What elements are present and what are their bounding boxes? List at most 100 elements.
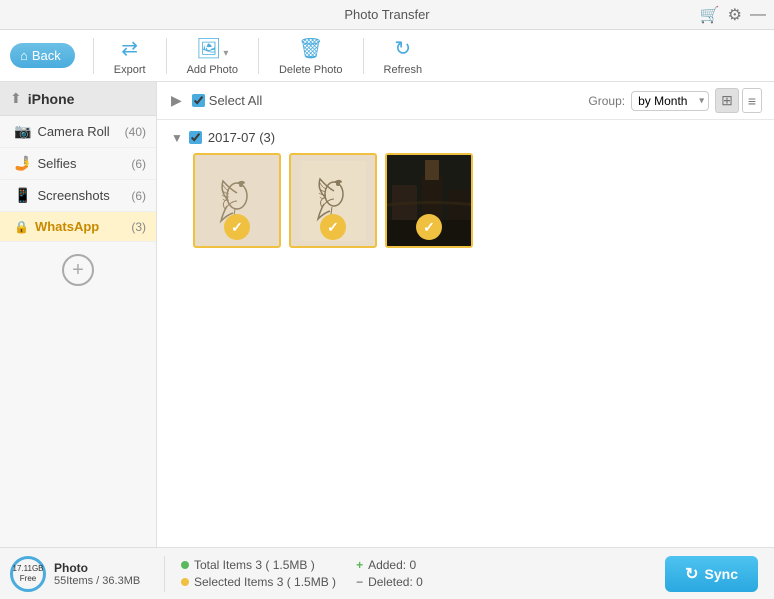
title-bar: Photo Transfer 🛒 ⚙ — bbox=[0, 0, 774, 30]
photo-thumb-3[interactable]: ✓ bbox=[385, 153, 473, 248]
device-text: Photo 55Items / 36.3MB bbox=[54, 561, 140, 587]
camera-roll-count: (40) bbox=[125, 125, 146, 139]
screenshots-icon: 📱 bbox=[14, 187, 31, 204]
add-photo-btn-inner: 🖼 ▾ bbox=[196, 36, 228, 61]
added-text: Added: 0 bbox=[368, 558, 416, 572]
sidebar-item-screenshots[interactable]: 📱 Screenshots (6) bbox=[0, 180, 156, 212]
add-photo-dropdown-arrow: ▾ bbox=[223, 48, 228, 59]
selected-items-stat: Selected Items 3 ( 1.5MB ) bbox=[181, 575, 336, 589]
selected-items-text: Selected Items 3 ( 1.5MB ) bbox=[194, 575, 336, 589]
month-title: 2017-07 (3) bbox=[208, 130, 275, 145]
add-photo-label: Add Photo bbox=[187, 64, 238, 76]
photo-3-check: ✓ bbox=[416, 214, 442, 240]
separator-3 bbox=[258, 38, 259, 74]
content-toolbar: ▶ Select All Group: by Month by Day by Y… bbox=[157, 82, 774, 120]
export-icon: ⇄ bbox=[121, 36, 138, 61]
add-photo-icon: 🖼 bbox=[196, 36, 221, 61]
delete-photo-icon: 🗑 bbox=[298, 36, 323, 61]
add-device-button[interactable]: + bbox=[62, 254, 94, 286]
device-name: iPhone bbox=[28, 91, 75, 107]
total-dot bbox=[181, 561, 189, 569]
sync-button[interactable]: ↻ Sync bbox=[665, 556, 758, 592]
expand-button[interactable]: ▶ bbox=[169, 90, 184, 111]
screenshots-count: (6) bbox=[131, 189, 146, 203]
content-area: ▶ Select All Group: by Month by Day by Y… bbox=[157, 82, 774, 547]
select-all-text: Select All bbox=[209, 93, 262, 108]
sync-icon: ↻ bbox=[685, 564, 698, 584]
bottom-bar: 17.11GB Free Photo 55Items / 36.3MB Tota… bbox=[0, 547, 774, 599]
minimize-icon[interactable]: — bbox=[750, 6, 766, 24]
whatsapp-count: (3) bbox=[131, 220, 146, 234]
delete-photo-label: Delete Photo bbox=[279, 64, 343, 76]
back-arrow-icon: ⌂ bbox=[20, 48, 28, 63]
sidebar-item-camera-roll[interactable]: 📷 Camera Roll (40) bbox=[0, 116, 156, 148]
photo-grid: ✓ bbox=[193, 153, 760, 248]
whatsapp-label: WhatsApp bbox=[35, 219, 125, 234]
refresh-label: Refresh bbox=[384, 64, 423, 76]
bottom-stats: Total Items 3 ( 1.5MB ) Selected Items 3… bbox=[165, 558, 665, 589]
photo-area: ▼ 2017-07 (3) bbox=[157, 120, 774, 547]
group-select[interactable]: by Month by Day by Year bbox=[631, 91, 709, 111]
photo-thumb-2[interactable]: ✓ bbox=[289, 153, 377, 248]
sync-label: Sync bbox=[705, 566, 738, 582]
total-items-stat: Total Items 3 ( 1.5MB ) bbox=[181, 558, 336, 572]
group-controls: Group: by Month by Day by Year ⊞ ≡ bbox=[588, 88, 762, 113]
cart-icon[interactable]: 🛒 bbox=[700, 5, 720, 25]
delete-photo-button[interactable]: 🗑 Delete Photo bbox=[267, 32, 355, 80]
sidebar-item-selfies[interactable]: 🤳 Selfies (6) bbox=[0, 148, 156, 180]
screenshots-label: Screenshots bbox=[37, 188, 125, 203]
camera-roll-label: Camera Roll bbox=[37, 124, 118, 139]
sidebar-item-whatsapp[interactable]: 🔒 WhatsApp (3) bbox=[0, 212, 156, 242]
total-items-text: Total Items 3 ( 1.5MB ) bbox=[194, 558, 315, 572]
back-button[interactable]: ⌂ Back bbox=[10, 43, 75, 68]
month-section: ▼ 2017-07 (3) bbox=[171, 130, 760, 248]
photo-thumb-1[interactable]: ✓ bbox=[193, 153, 281, 248]
separator-2 bbox=[166, 38, 167, 74]
stat-col-right: + Added: 0 − Deleted: 0 bbox=[356, 558, 423, 589]
title-bar-actions: 🛒 ⚙ — bbox=[700, 5, 766, 25]
deleted-stat: − Deleted: 0 bbox=[356, 575, 423, 589]
add-device-icon: + bbox=[72, 259, 84, 282]
device-icon: ⬆ bbox=[10, 90, 22, 107]
export-button[interactable]: ⇄ Export bbox=[102, 32, 158, 80]
settings-icon[interactable]: ⚙ bbox=[728, 5, 742, 25]
app-title: Photo Transfer bbox=[344, 7, 429, 22]
group-label: Group: bbox=[588, 94, 625, 108]
sidebar-header: ⬆ iPhone bbox=[0, 82, 156, 116]
storage-size: 17.11GB bbox=[13, 564, 44, 574]
items-info: 55Items / 36.3MB bbox=[54, 575, 140, 587]
main-layout: ⬆ iPhone 📷 Camera Roll (40) 🤳 Selfies (6… bbox=[0, 82, 774, 547]
month-select-checkbox[interactable] bbox=[189, 131, 202, 144]
group-select-wrapper: by Month by Day by Year bbox=[631, 91, 709, 111]
month-header: ▼ 2017-07 (3) bbox=[171, 130, 760, 145]
back-label: Back bbox=[32, 48, 61, 63]
select-all-checkbox[interactable] bbox=[192, 94, 205, 107]
select-all-label[interactable]: Select All bbox=[192, 93, 262, 108]
toolbar: ⌂ Back ⇄ Export 🖼 ▾ Add Photo 🗑 Delete P… bbox=[0, 30, 774, 82]
export-label: Export bbox=[114, 64, 146, 76]
camera-roll-icon: 📷 bbox=[14, 123, 31, 140]
photo-type: Photo bbox=[54, 561, 140, 575]
minus-icon: − bbox=[356, 575, 363, 589]
refresh-button[interactable]: ↻ Refresh bbox=[372, 32, 435, 80]
added-stat: + Added: 0 bbox=[356, 558, 423, 572]
stat-col-left: Total Items 3 ( 1.5MB ) Selected Items 3… bbox=[181, 558, 336, 589]
separator-1 bbox=[93, 38, 94, 74]
photo-2-check: ✓ bbox=[320, 214, 346, 240]
plus-icon: + bbox=[356, 558, 363, 572]
selfies-label: Selfies bbox=[37, 156, 125, 171]
list-view-button[interactable]: ≡ bbox=[742, 88, 762, 113]
lock-icon: 🔒 bbox=[14, 220, 29, 234]
refresh-icon: ↻ bbox=[394, 36, 411, 61]
storage-circle: 17.11GB Free bbox=[10, 556, 46, 592]
selfies-icon: 🤳 bbox=[14, 155, 31, 172]
device-info: 17.11GB Free Photo 55Items / 36.3MB bbox=[10, 556, 165, 592]
collapse-month-button[interactable]: ▼ bbox=[171, 131, 183, 145]
deleted-text: Deleted: 0 bbox=[368, 575, 423, 589]
sidebar: ⬆ iPhone 📷 Camera Roll (40) 🤳 Selfies (6… bbox=[0, 82, 157, 547]
selfies-count: (6) bbox=[131, 157, 146, 171]
grid-view-button[interactable]: ⊞ bbox=[715, 88, 739, 113]
add-photo-button[interactable]: 🖼 ▾ Add Photo bbox=[175, 32, 250, 80]
separator-4 bbox=[363, 38, 364, 74]
view-toggle: ⊞ ≡ bbox=[715, 88, 762, 113]
